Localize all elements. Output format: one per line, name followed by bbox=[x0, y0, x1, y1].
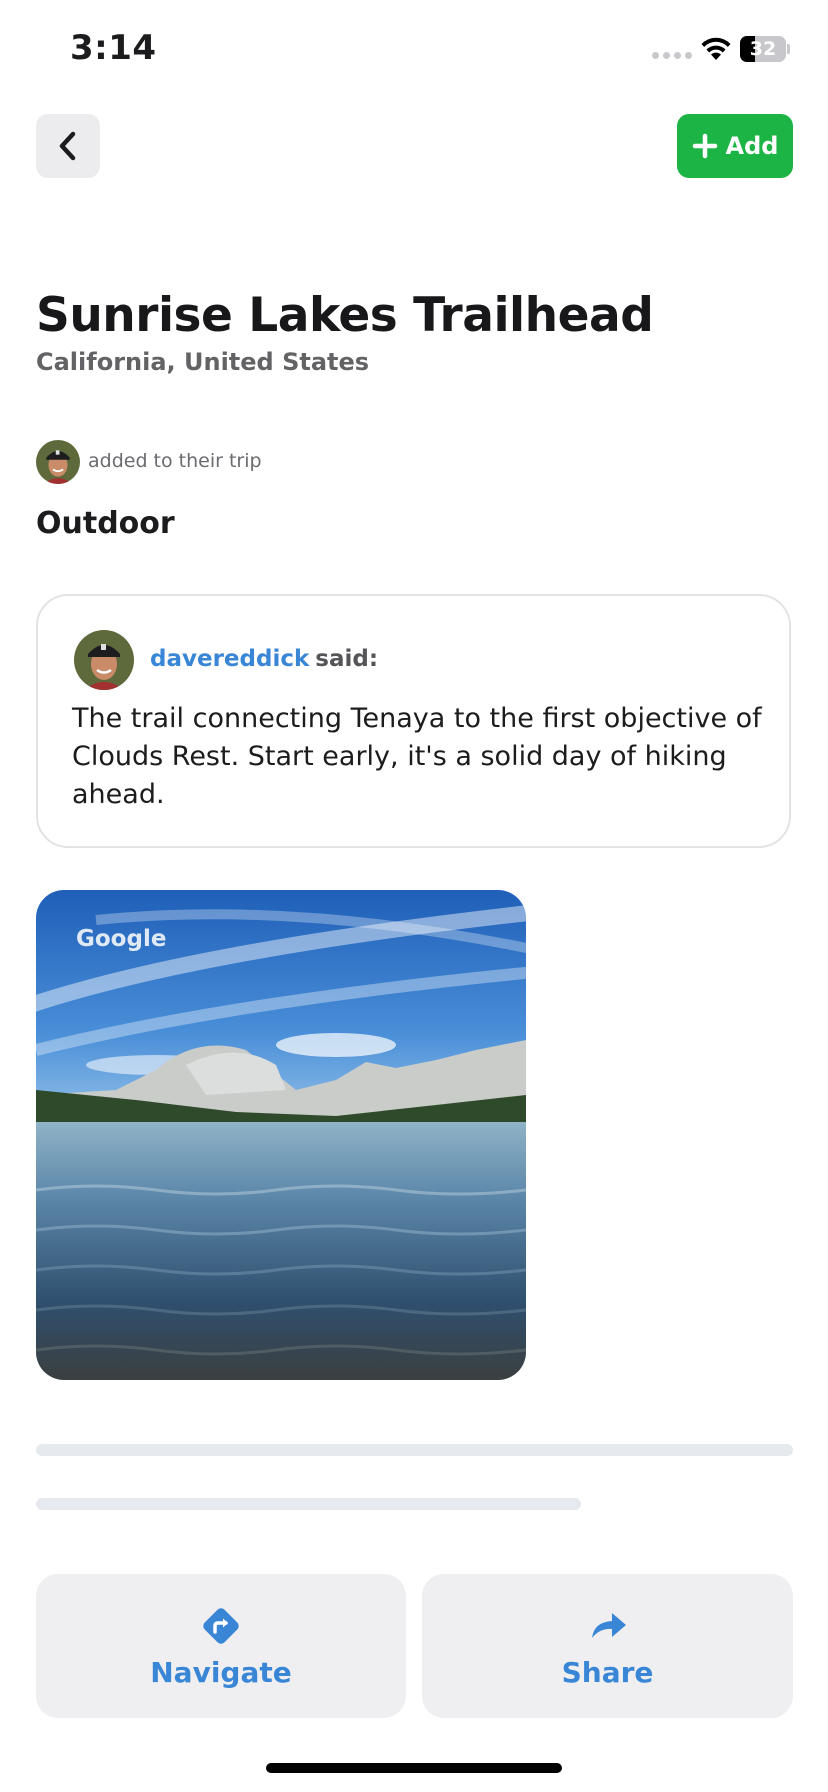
lake-landscape-image bbox=[36, 890, 526, 1380]
cellular-signal-icon bbox=[652, 52, 692, 59]
commenter-avatar[interactable] bbox=[74, 630, 134, 690]
navigate-button[interactable]: Navigate bbox=[36, 1574, 406, 1718]
loading-skeleton-line bbox=[36, 1444, 793, 1456]
status-time: 3:14 bbox=[70, 28, 157, 68]
place-title: Sunrise Lakes Trailhead bbox=[36, 288, 654, 343]
plus-icon bbox=[692, 133, 717, 159]
place-photo[interactable]: Google bbox=[36, 890, 526, 1380]
share-button[interactable]: Share bbox=[422, 1574, 793, 1718]
battery-level: 32 bbox=[749, 38, 777, 60]
comment-author-line: davereddick said: bbox=[150, 646, 378, 672]
back-button[interactable] bbox=[36, 114, 100, 178]
comment-text: The trail connecting Tenaya to the first… bbox=[72, 703, 762, 810]
add-button[interactable]: Add bbox=[677, 114, 793, 178]
comment-said-label: said: bbox=[315, 646, 379, 672]
added-to-trip-text: added to their trip bbox=[88, 450, 262, 472]
navigate-icon bbox=[203, 1607, 239, 1644]
category-label: Outdoor bbox=[36, 506, 175, 541]
back-chevron-icon bbox=[59, 131, 76, 161]
home-indicator[interactable] bbox=[266, 1763, 562, 1773]
wifi-icon bbox=[701, 37, 731, 60]
comment-username-link[interactable]: davereddick bbox=[150, 646, 309, 672]
add-button-label: Add bbox=[725, 132, 779, 160]
photo-credit: Google bbox=[76, 926, 167, 952]
share-icon bbox=[591, 1612, 626, 1638]
comment-card: davereddick said: The trail connecting Te… bbox=[36, 594, 791, 848]
user-avatar[interactable] bbox=[36, 440, 80, 484]
battery-indicator: 32 bbox=[740, 36, 790, 62]
navigate-label: Navigate bbox=[150, 1655, 292, 1689]
place-location: California, United States bbox=[36, 348, 370, 376]
loading-skeleton-line bbox=[36, 1498, 581, 1510]
share-label: Share bbox=[561, 1655, 654, 1689]
